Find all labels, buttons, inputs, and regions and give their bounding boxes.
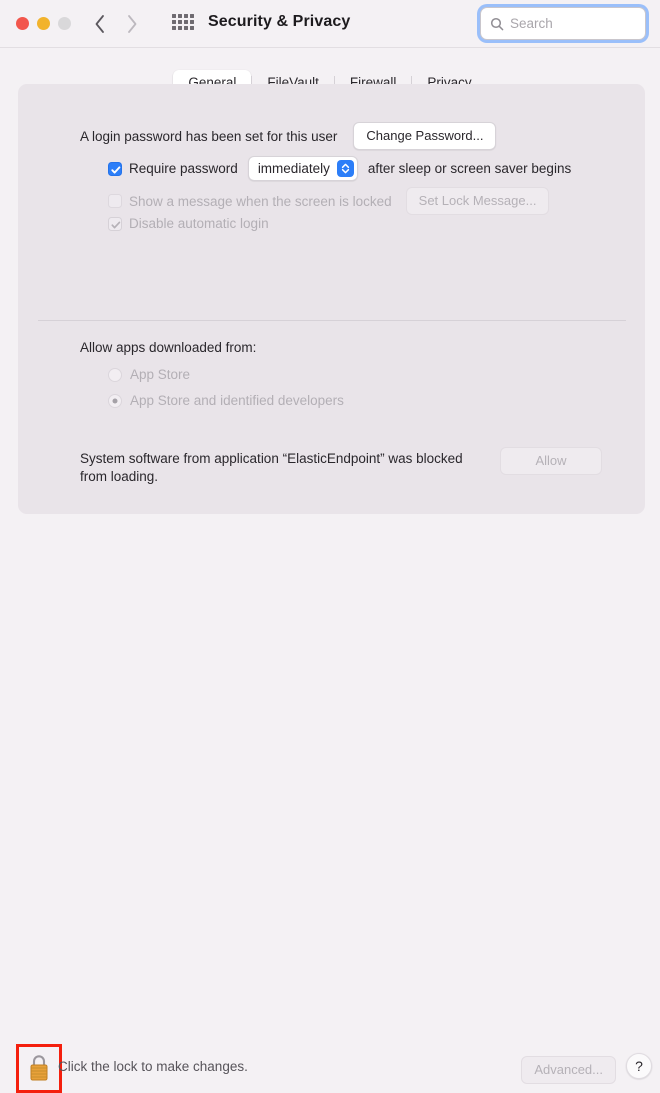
set-lock-message-button: Set Lock Message... bbox=[405, 187, 550, 215]
search-icon bbox=[490, 17, 504, 31]
window-titlebar: Security & Privacy bbox=[0, 0, 660, 48]
allow-apps-option-app-store: App Store bbox=[108, 367, 190, 382]
navigation-buttons bbox=[92, 11, 140, 37]
close-button[interactable] bbox=[16, 17, 29, 30]
require-password-suffix-label: after sleep or screen saver begins bbox=[367, 161, 572, 176]
disable-auto-login-row: Disable automatic login bbox=[108, 216, 269, 231]
require-password-delay-popup[interactable]: immediately bbox=[247, 156, 358, 181]
general-settings-panel: A login password has been set for this u… bbox=[18, 84, 645, 514]
radio-selected-dot bbox=[112, 398, 118, 403]
footer-bar: Click the lock to make changes. Advanced… bbox=[0, 514, 660, 1093]
disable-auto-login-label: Disable automatic login bbox=[129, 216, 269, 231]
allow-blocked-software-button: Allow bbox=[500, 447, 602, 475]
search-input[interactable] bbox=[510, 16, 635, 31]
zoom-button bbox=[58, 17, 71, 30]
show-lock-message-row: Show a message when the screen is locked… bbox=[108, 187, 550, 215]
login-password-row: A login password has been set for this u… bbox=[80, 122, 497, 150]
search-field[interactable] bbox=[480, 7, 646, 40]
back-chevron-icon[interactable] bbox=[92, 11, 108, 37]
show-lock-message-label: Show a message when the screen is locked bbox=[129, 193, 392, 209]
disable-auto-login-checkbox bbox=[108, 216, 122, 231]
minimize-button[interactable] bbox=[37, 17, 50, 30]
help-button[interactable]: ? bbox=[626, 1053, 652, 1079]
identified-developers-radio-label: App Store and identified developers bbox=[130, 393, 344, 408]
section-divider bbox=[38, 320, 626, 321]
app-store-radio bbox=[108, 367, 122, 382]
page-title: Security & Privacy bbox=[208, 13, 351, 30]
require-password-label: Require password bbox=[129, 161, 238, 176]
blocked-software-message: System software from application “Elasti… bbox=[80, 451, 463, 484]
require-password-row: Require password immediately after sleep… bbox=[108, 156, 571, 181]
login-password-label: A login password has been set for this u… bbox=[80, 128, 338, 144]
allow-apps-option-identified-developers: App Store and identified developers bbox=[108, 393, 344, 408]
traffic-light-group bbox=[16, 17, 71, 30]
allow-apps-heading-row: Allow apps downloaded from: bbox=[80, 340, 256, 355]
lock-closed-icon[interactable] bbox=[27, 1052, 51, 1084]
require-password-checkbox[interactable] bbox=[108, 161, 122, 176]
change-password-button[interactable]: Change Password... bbox=[353, 122, 497, 150]
advanced-button: Advanced... bbox=[521, 1056, 616, 1084]
show-all-grid-icon[interactable] bbox=[172, 14, 196, 34]
allow-apps-heading: Allow apps downloaded from: bbox=[80, 340, 257, 355]
identified-developers-radio bbox=[108, 393, 122, 408]
show-lock-message-checkbox bbox=[108, 194, 122, 208]
forward-chevron-icon bbox=[124, 11, 140, 37]
lock-hint-text: Click the lock to make changes. bbox=[58, 1059, 248, 1074]
chevron-updown-icon bbox=[336, 160, 354, 177]
require-password-delay-value: immediately bbox=[257, 161, 330, 176]
app-store-radio-label: App Store bbox=[130, 367, 191, 382]
